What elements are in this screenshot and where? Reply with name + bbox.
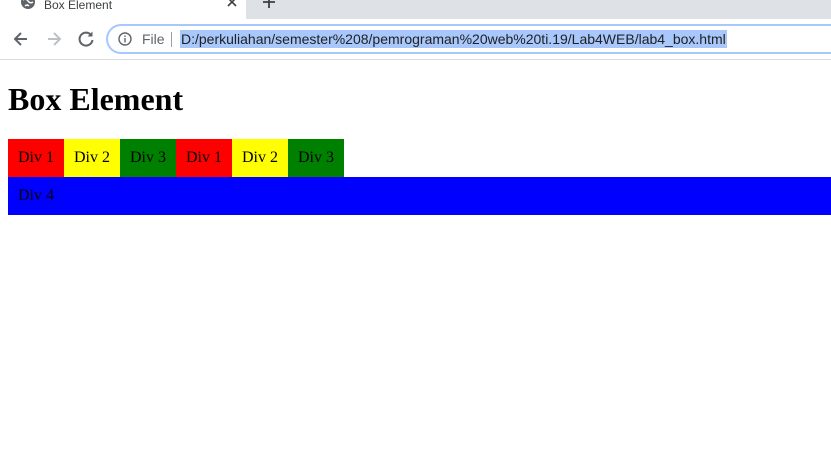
tab-title: Box Element bbox=[44, 0, 113, 12]
address-separator bbox=[171, 32, 172, 47]
address-bar[interactable]: File D:/perkuliahan/semester%208/pemrogr… bbox=[108, 26, 831, 52]
browser-tab[interactable]: Box Element bbox=[0, 0, 246, 19]
colored-box: Div 2 bbox=[232, 139, 288, 177]
colored-box: Div 3 bbox=[120, 139, 176, 177]
plus-icon[interactable] bbox=[262, 0, 276, 9]
close-icon[interactable] bbox=[225, 0, 239, 9]
box-row: Div 1 Div 2 Div 3 Div 1 Div 2 Div 3 bbox=[8, 139, 344, 177]
arrow-right-icon[interactable] bbox=[44, 29, 64, 49]
url-scheme-label: File bbox=[142, 31, 165, 47]
arrow-left-icon[interactable] bbox=[11, 29, 31, 49]
full-width-box: Div 4 bbox=[8, 177, 831, 215]
reload-icon[interactable] bbox=[76, 29, 96, 49]
browser-toolbar: File D:/perkuliahan/semester%208/pemrogr… bbox=[0, 19, 831, 60]
globe-icon bbox=[21, 0, 35, 9]
colored-box: Div 2 bbox=[64, 139, 120, 177]
colored-box: Div 3 bbox=[288, 139, 344, 177]
page-content: Box Element Div 1 Div 2 Div 3 Div 1 Div 2 Div… bbox=[0, 60, 831, 461]
colored-box: Div 1 bbox=[176, 139, 232, 177]
tab-strip: Box Element bbox=[0, 0, 831, 19]
colored-box: Div 1 bbox=[8, 139, 64, 177]
page-title: Box Element bbox=[8, 81, 184, 117]
info-icon[interactable] bbox=[118, 32, 132, 46]
url-text[interactable]: D:/perkuliahan/semester%208/pemrograman%… bbox=[180, 30, 727, 48]
